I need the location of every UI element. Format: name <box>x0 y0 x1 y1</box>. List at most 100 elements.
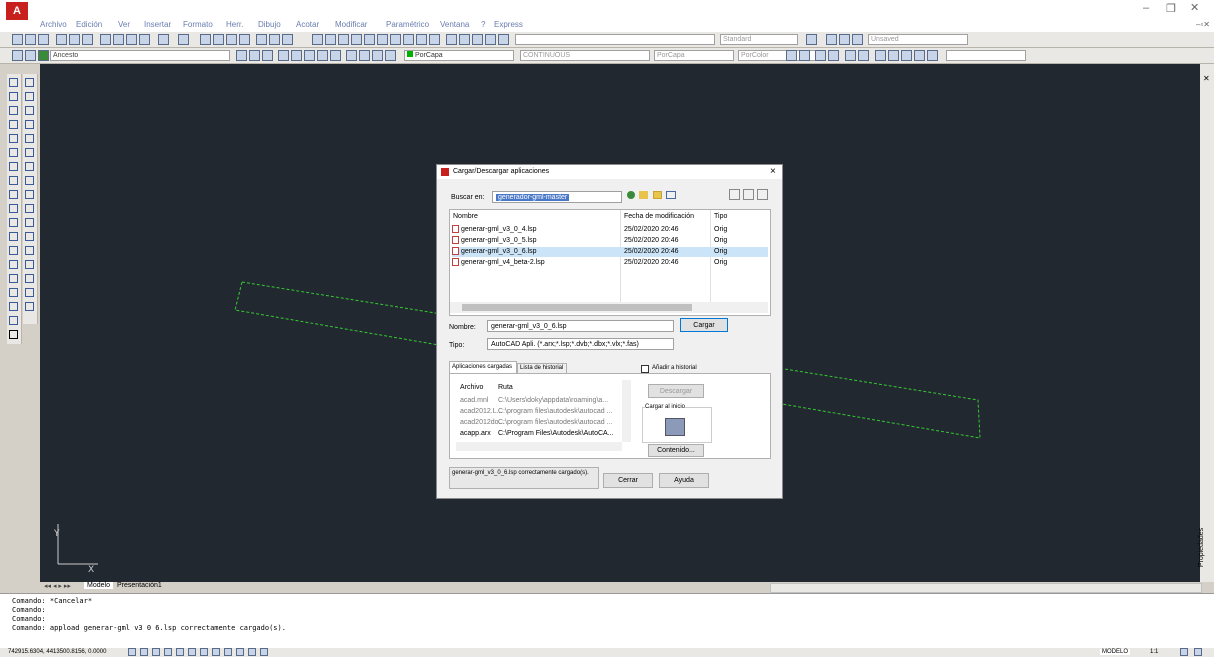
menu-ver[interactable]: Ver <box>118 20 130 29</box>
dimension-update-icon[interactable] <box>498 34 509 45</box>
layer-unisolate-icon[interactable] <box>385 50 396 61</box>
lookin-combo[interactable]: generador-gml-master <box>492 191 622 203</box>
save-icon[interactable] <box>38 34 49 45</box>
chamfer-icon[interactable] <box>25 260 34 269</box>
layer-previous-icon[interactable] <box>249 50 260 61</box>
menu-modificar[interactable]: Modificar <box>335 20 367 29</box>
views-menu-icon[interactable] <box>666 191 676 199</box>
polar-tracking-icon[interactable] <box>164 648 172 656</box>
application-menu-button[interactable]: A <box>6 2 28 20</box>
layer-off-icon[interactable] <box>304 50 315 61</box>
make-layer-current-icon[interactable] <box>236 50 247 61</box>
inner-window-controls[interactable]: –▫✕ <box>1196 20 1210 29</box>
grid-display-icon[interactable] <box>140 648 148 656</box>
array-icon[interactable] <box>25 134 34 143</box>
layer-manager-icon[interactable] <box>12 50 23 61</box>
fillet-icon[interactable] <box>25 274 34 283</box>
blend-icon[interactable] <box>25 288 34 297</box>
linetype-combo[interactable]: CONTINUOUS <box>520 50 650 61</box>
contents-button[interactable]: Contenido... <box>648 444 704 457</box>
layer-icon[interactable] <box>806 34 817 45</box>
file-list-scrollbar[interactable] <box>450 302 768 313</box>
command-line[interactable]: Comando: *Cancelar* Comando: Comando: Co… <box>0 593 1214 649</box>
menu-help[interactable]: ? <box>481 20 485 29</box>
menu-herr[interactable]: Herr. <box>226 20 243 29</box>
ordinate-dimension-icon[interactable] <box>351 34 362 45</box>
quick-properties-icon[interactable] <box>248 648 256 656</box>
properties-palette[interactable]: ✕ Propiedades <box>1198 64 1214 582</box>
menu-express[interactable]: Express <box>494 20 523 29</box>
file-row[interactable]: generar-gml_v4_beta-2.lsp 25/02/2020 20:… <box>452 258 768 268</box>
loaded-row[interactable]: acad2012.L... C:\program files\autodesk\a… <box>460 407 612 417</box>
rotate-icon[interactable] <box>25 162 34 171</box>
mirror-icon[interactable] <box>25 106 34 115</box>
ortho-mode-icon[interactable] <box>152 648 160 656</box>
offset-icon[interactable] <box>25 120 34 129</box>
print-icon[interactable] <box>56 34 67 45</box>
viewport-icon[interactable] <box>826 34 837 45</box>
redo-icon[interactable] <box>178 34 189 45</box>
move-icon[interactable] <box>25 148 34 157</box>
minimize-icon[interactable]: – <box>1143 2 1149 14</box>
viewport-clip-icon[interactable] <box>839 34 850 45</box>
text-find-combo[interactable] <box>946 50 1026 61</box>
arc-length-icon[interactable] <box>338 34 349 45</box>
loaded-row[interactable]: acapp.arx C:\Program Files\Autodesk\AutoC… <box>460 429 614 439</box>
close-icon[interactable]: ✕ <box>1190 1 1199 14</box>
design-center-icon[interactable] <box>269 34 280 45</box>
locate-icon[interactable] <box>743 189 754 200</box>
layer-walk-icon[interactable] <box>330 50 341 61</box>
publish-icon[interactable] <box>82 34 93 45</box>
drawing-hscrollbar[interactable] <box>770 583 1202 593</box>
layer-merge-icon[interactable] <box>346 50 357 61</box>
loaded-apps-list[interactable]: Archivo Ruta acad.mnl C:\Users\doky\appda… <box>456 380 632 452</box>
loaded-list-scrollbar[interactable] <box>622 380 631 442</box>
radius-dimension-icon[interactable] <box>364 34 375 45</box>
environment-icon[interactable] <box>858 50 869 61</box>
paste-icon[interactable] <box>126 34 137 45</box>
file-row-selected[interactable]: generar-gml_v3_0_6.lsp 25/02/2020 20:46 … <box>452 247 768 257</box>
revision-cloud-icon[interactable] <box>9 176 18 185</box>
stretch-icon[interactable] <box>25 190 34 199</box>
open-icon[interactable] <box>25 34 36 45</box>
layer-lock-icon[interactable] <box>317 50 328 61</box>
dialog-close-icon[interactable]: × <box>770 166 776 177</box>
new-icon[interactable] <box>12 34 23 45</box>
tool-palettes-icon[interactable] <box>282 34 293 45</box>
tab-model[interactable]: Modelo <box>84 582 113 589</box>
copy-icon[interactable] <box>113 34 124 45</box>
view-combo[interactable]: Unsaved <box>868 34 968 45</box>
polygon-icon[interactable] <box>9 120 18 129</box>
loaded-col-file[interactable]: Archivo <box>460 384 483 391</box>
line-icon[interactable] <box>9 78 18 87</box>
object-snap-tracking-icon[interactable] <box>188 648 196 656</box>
up-folder-icon[interactable] <box>639 191 648 199</box>
layer-delete-icon[interactable] <box>359 50 370 61</box>
cut-icon[interactable] <box>100 34 111 45</box>
baseline-dimension-icon[interactable] <box>416 34 427 45</box>
file-row[interactable]: generar-gml_v3_0_4.lsp 25/02/2020 20:46 … <box>452 225 768 235</box>
zoom-realtime-icon[interactable] <box>213 34 224 45</box>
aligned-dimension-icon[interactable] <box>325 34 336 45</box>
dimension-text-edit-icon[interactable] <box>485 34 496 45</box>
loaded-col-path[interactable]: Ruta <box>498 384 513 391</box>
loaded-list-hscrollbar[interactable] <box>456 442 622 451</box>
restore-icon[interactable]: ❐ <box>1166 2 1176 15</box>
center-mark-icon[interactable] <box>459 34 470 45</box>
break-icon[interactable] <box>25 232 34 241</box>
object-snap-icon[interactable] <box>176 648 184 656</box>
lineweight-combo[interactable]: PorCapa <box>654 50 734 61</box>
find-icon[interactable] <box>729 189 740 200</box>
filename-input[interactable]: generar-gml_v3_0_6.lsp <box>487 320 674 332</box>
coordinates-readout[interactable]: 742915.6304, 4413500.8156, 0.0000 <box>8 649 106 655</box>
filetype-combo[interactable]: AutoCAD Apli. (*.arx;*.lsp;*.dvb;*.dbx;*… <box>487 338 674 350</box>
polyline-icon[interactable] <box>9 106 18 115</box>
model-space-toggle[interactable]: MODELO <box>1100 649 1131 655</box>
back-icon[interactable] <box>627 191 635 199</box>
file-list[interactable]: Nombre Fecha de modificación Tipo genera… <box>449 209 771 316</box>
palette-close-icon[interactable]: ✕ <box>1203 74 1210 83</box>
trim-icon[interactable] <box>25 204 34 213</box>
layer-state-icon[interactable] <box>25 50 36 61</box>
text-scale-icon[interactable] <box>927 50 938 61</box>
circle-icon[interactable] <box>9 162 18 171</box>
